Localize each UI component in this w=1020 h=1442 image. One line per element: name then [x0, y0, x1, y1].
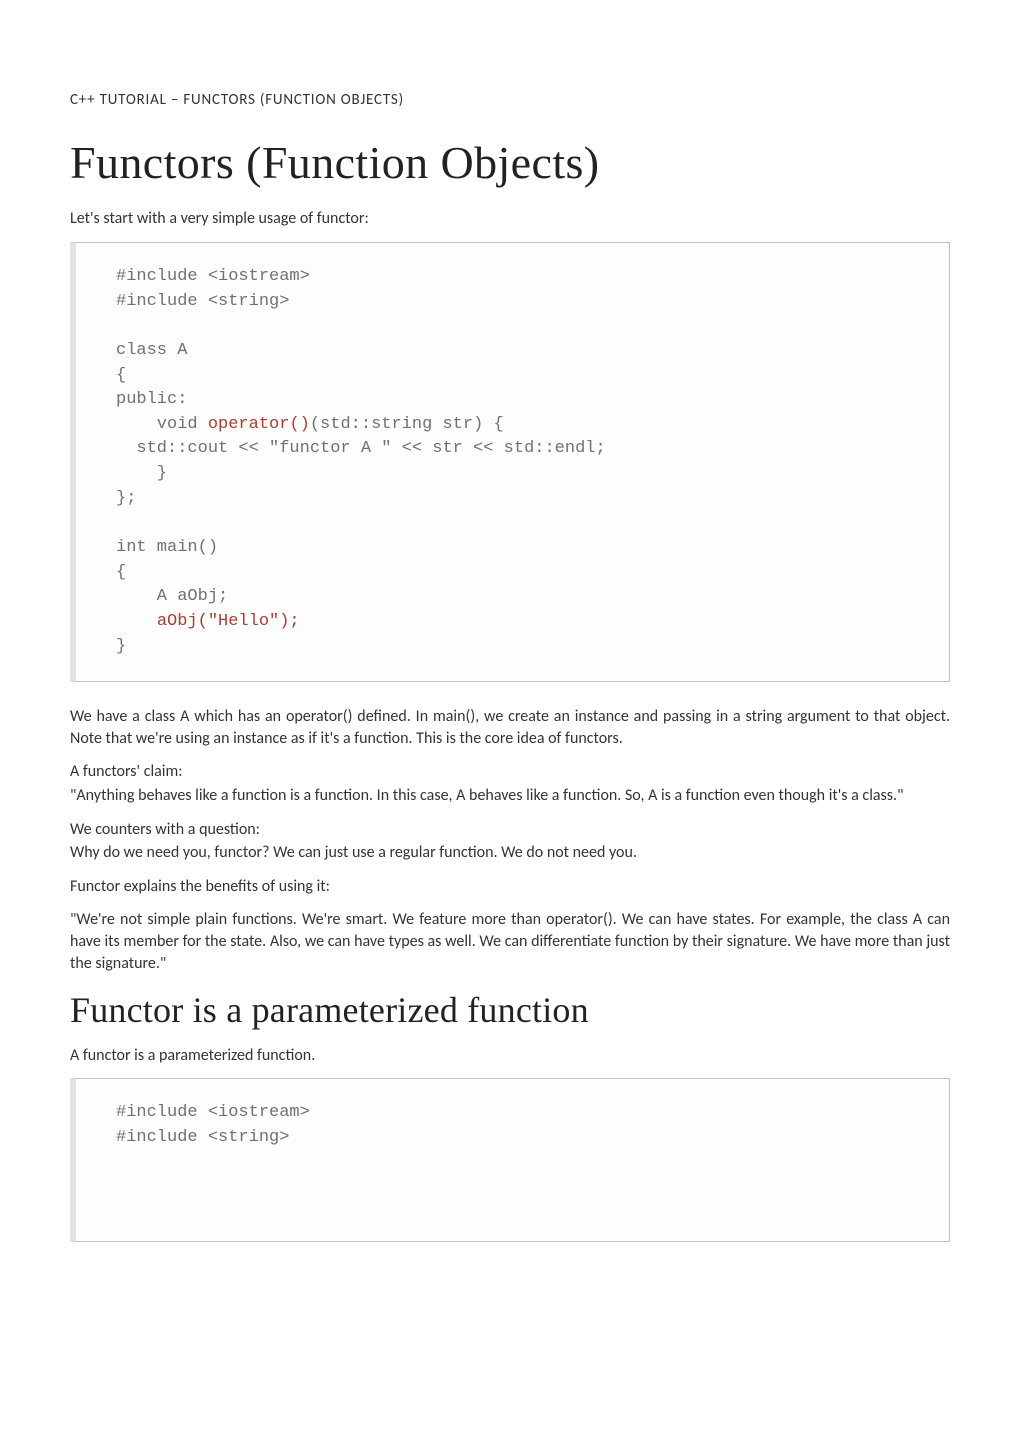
code-line: #include <string> [116, 292, 289, 311]
code-line-fragment [116, 612, 157, 631]
code-line: #include <string> [116, 1128, 289, 1147]
section-heading: Functor is a parameterized function [70, 986, 950, 1035]
code-block-1: #include <iostream> #include <string> cl… [70, 242, 950, 682]
paragraph-claim-label: A functors' claim: [70, 761, 950, 783]
breadcrumb: C++ TUTORIAL – FUNCTORS (FUNCTION OBJECT… [70, 90, 950, 110]
code-line: { [116, 563, 126, 582]
code-line: std::cout << "functor A " << str << std:… [116, 439, 606, 458]
paragraph-counter-body: Why do we need you, functor? We can just… [70, 842, 950, 864]
code-call-highlight: aObj("Hello"); [157, 612, 300, 631]
intro-paragraph: Let's start with a very simple usage of … [70, 208, 950, 230]
code-line: class A [116, 341, 187, 360]
code-line-fragment: void [116, 415, 208, 434]
code-line: } [116, 637, 126, 656]
code-line: A aObj; [116, 587, 228, 606]
code-line: }; [116, 489, 136, 508]
code-block-2: #include <iostream> #include <string> [70, 1078, 950, 1241]
code-line: } [116, 464, 167, 483]
code-line: public: [116, 390, 187, 409]
paragraph-benefits-label: Functor explains the benefits of using i… [70, 876, 950, 898]
code-content: #include <iostream> #include <string> [116, 1101, 929, 1150]
paragraph-explanation: We have a class A which has an operator(… [70, 706, 950, 749]
code-operator-highlight: operator() [208, 415, 310, 434]
paragraph-parameterized: A functor is a parameterized function. [70, 1045, 950, 1067]
paragraph-claim-body: "Anything behaves like a function is a f… [70, 785, 950, 807]
code-line: int main() [116, 538, 218, 557]
paragraph-benefits-body: "We're not simple plain functions. We're… [70, 909, 950, 974]
code-line: #include <iostream> [116, 1103, 310, 1122]
code-line-fragment: (std::string str) { [310, 415, 504, 434]
code-line: #include <iostream> [116, 267, 310, 286]
page-title: Functors (Function Objects) [70, 132, 950, 194]
code-content: #include <iostream> #include <string> cl… [116, 265, 929, 659]
paragraph-counter-label: We counters with a question: [70, 819, 950, 841]
code-line: { [116, 366, 126, 385]
